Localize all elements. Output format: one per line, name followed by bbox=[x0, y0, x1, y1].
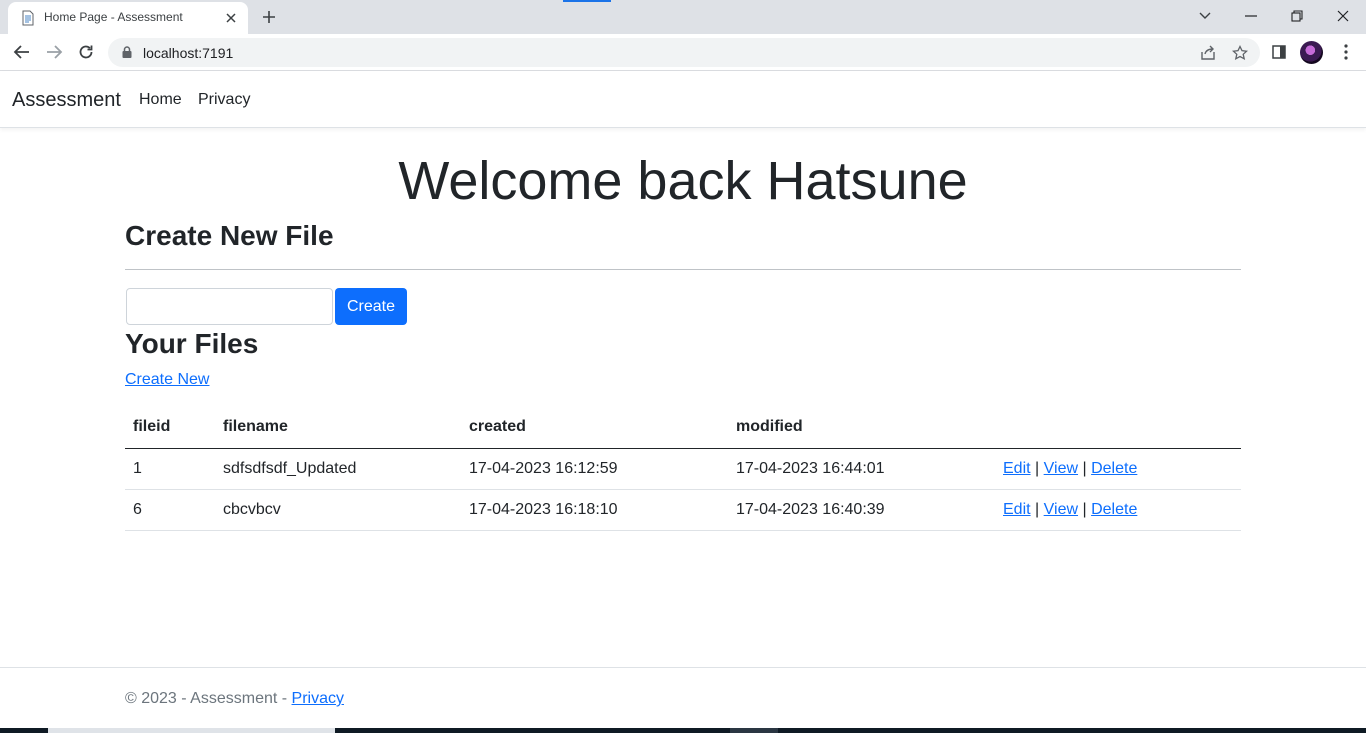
forward-icon[interactable] bbox=[42, 40, 66, 64]
welcome-heading: Welcome back Hatsune bbox=[398, 151, 968, 211]
tab-search-icon[interactable] bbox=[1182, 0, 1228, 32]
header-modified: modified bbox=[728, 407, 995, 449]
cell-created: 17-04-2023 16:12:59 bbox=[461, 448, 728, 490]
view-link[interactable]: View bbox=[1044, 501, 1078, 518]
nav-link-home[interactable]: Home bbox=[139, 91, 182, 109]
cell-actions: Edit | View | Delete bbox=[995, 448, 1241, 490]
cell-created: 17-04-2023 16:18:10 bbox=[461, 489, 728, 531]
cell-filename: cbcvbcv bbox=[215, 489, 461, 531]
side-panel-icon[interactable] bbox=[1267, 40, 1291, 64]
tab-title: Home Page - Assessment bbox=[44, 10, 183, 24]
table-row: 1 sdfsdfsdf_Updated 17-04-2023 16:12:59 … bbox=[125, 448, 1241, 490]
cell-actions: Edit | View | Delete bbox=[995, 489, 1241, 531]
lock-icon[interactable] bbox=[120, 45, 134, 59]
browser-tabstrip: Home Page - Assessment bbox=[0, 0, 1366, 34]
close-tab-icon[interactable] bbox=[222, 9, 240, 27]
cell-fileid: 6 bbox=[125, 489, 215, 531]
nav-link-privacy[interactable]: Privacy bbox=[198, 91, 250, 109]
table-row: 6 cbcvbcv 17-04-2023 16:18:10 17-04-2023… bbox=[125, 489, 1241, 531]
navbar-brand[interactable]: Assessment bbox=[12, 89, 121, 112]
header-filename: filename bbox=[215, 407, 461, 449]
minimize-icon[interactable] bbox=[1228, 0, 1274, 32]
site-navbar: Assessment Home Privacy bbox=[0, 71, 1366, 128]
edit-link[interactable]: Edit bbox=[1003, 460, 1031, 477]
share-icon[interactable] bbox=[1198, 43, 1218, 63]
header-actions bbox=[995, 407, 1241, 449]
taskbar-item bbox=[730, 728, 778, 733]
browser-toolbar: localhost:7191 bbox=[0, 34, 1366, 71]
edit-link[interactable]: Edit bbox=[1003, 501, 1031, 518]
new-file-name-input[interactable] bbox=[126, 288, 333, 325]
table-header-row: fileid filename created modified bbox=[125, 407, 1241, 449]
bookmark-star-icon[interactable] bbox=[1230, 43, 1250, 63]
your-files-heading: Your Files bbox=[125, 328, 259, 359]
header-fileid: fileid bbox=[125, 407, 215, 449]
cell-modified: 17-04-2023 16:44:01 bbox=[728, 448, 995, 490]
files-table: fileid filename created modified 1 sdfsd… bbox=[125, 407, 1241, 531]
cell-modified: 17-04-2023 16:40:39 bbox=[728, 489, 995, 531]
browser-tab[interactable]: Home Page - Assessment bbox=[8, 2, 248, 34]
profile-avatar[interactable] bbox=[1300, 41, 1323, 64]
action-separator: | bbox=[1082, 500, 1087, 518]
taskbar-item bbox=[48, 728, 335, 733]
close-window-icon[interactable] bbox=[1320, 0, 1366, 32]
cell-fileid: 1 bbox=[125, 448, 215, 490]
taskbar-edge bbox=[0, 728, 1366, 733]
footer-privacy-link[interactable]: Privacy bbox=[292, 690, 344, 707]
view-link[interactable]: View bbox=[1044, 460, 1078, 477]
delete-link[interactable]: Delete bbox=[1091, 501, 1137, 518]
address-bar[interactable]: localhost:7191 bbox=[108, 38, 1260, 67]
divider bbox=[125, 269, 1241, 270]
header-created: created bbox=[461, 407, 728, 449]
back-icon[interactable] bbox=[10, 40, 34, 64]
action-separator: | bbox=[1035, 459, 1040, 477]
create-file-heading: Create New File bbox=[125, 220, 334, 251]
create-new-link[interactable]: Create New bbox=[125, 371, 209, 389]
site-footer: © 2023 - Assessment - Privacy bbox=[0, 667, 1366, 728]
create-button[interactable]: Create bbox=[335, 288, 407, 325]
new-tab-icon[interactable] bbox=[259, 7, 279, 27]
action-separator: | bbox=[1035, 500, 1040, 518]
footer-text: © 2023 - Assessment - Privacy bbox=[125, 690, 344, 708]
footer-copyright: © 2023 - Assessment - bbox=[125, 690, 292, 707]
restore-icon[interactable] bbox=[1274, 0, 1320, 32]
url-text: localhost:7191 bbox=[143, 45, 234, 61]
menu-kebab-icon[interactable] bbox=[1334, 40, 1358, 64]
cell-filename: sdfsdfsdf_Updated bbox=[215, 448, 461, 490]
delete-link[interactable]: Delete bbox=[1091, 460, 1137, 477]
tab-loading-indicator bbox=[563, 0, 611, 2]
page-favicon-icon bbox=[20, 10, 36, 26]
reload-icon[interactable] bbox=[74, 40, 98, 64]
action-separator: | bbox=[1082, 459, 1087, 477]
